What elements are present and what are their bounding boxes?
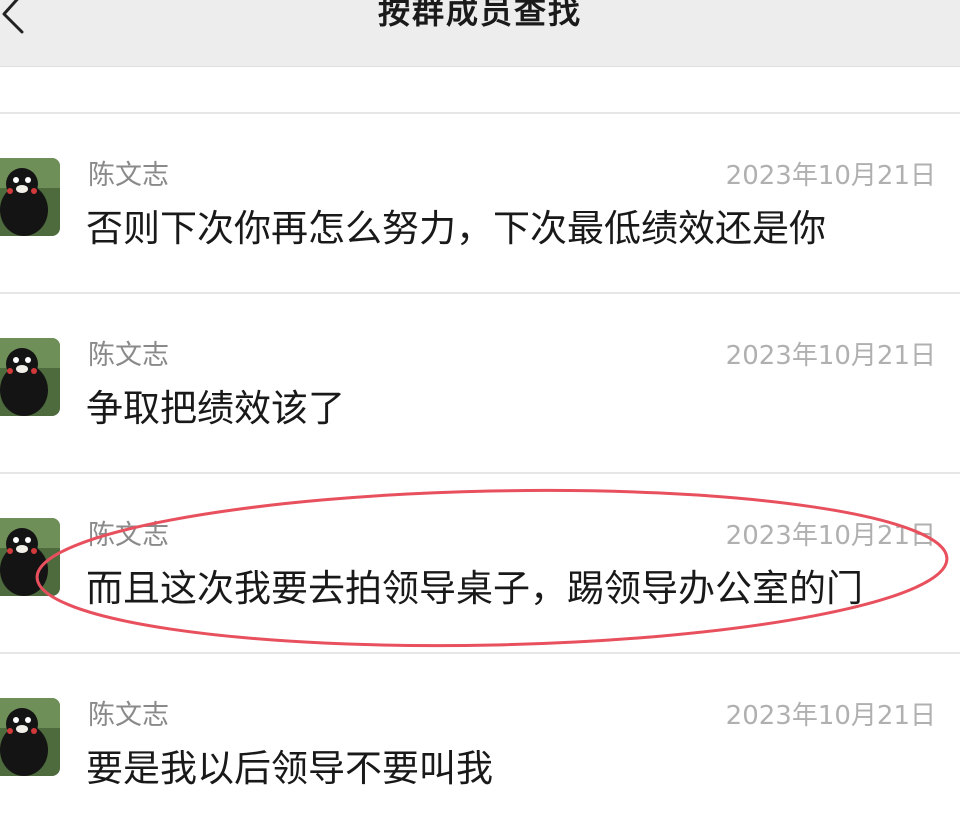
- sender-name: 陈文志: [88, 700, 169, 731]
- avatar[interactable]: [0, 518, 60, 596]
- list-item[interactable]: 陈文志 2023年10月21日 要是我以后领导不要叫我: [0, 652, 960, 832]
- message-text: 争取把绩效该了: [86, 387, 345, 430]
- sender-name: 陈文志: [88, 340, 169, 371]
- page-title: 按群成员查找: [377, 0, 582, 31]
- list-item[interactable]: 陈文志 2023年10月21日 否则下次你再怎么努力，下次最低绩效还是你: [0, 112, 960, 292]
- message-text: 而且这次我要去拍领导桌子，踢领导办公室的门: [86, 567, 863, 610]
- sender-name: 陈文志: [88, 160, 169, 191]
- message-text: 要是我以后领导不要叫我: [86, 747, 493, 790]
- avatar[interactable]: [0, 338, 60, 416]
- avatar[interactable]: [0, 698, 60, 776]
- spacer: [0, 67, 960, 112]
- sender-name: 陈文志: [88, 520, 169, 551]
- avatar[interactable]: [0, 158, 60, 236]
- message-date: 2023年10月21日: [725, 341, 936, 371]
- message-list: 陈文志 2023年10月21日 否则下次你再怎么努力，下次最低绩效还是你 陈文志…: [0, 112, 960, 832]
- list-item[interactable]: 陈文志 2023年10月21日 而且这次我要去拍领导桌子，踢领导办公室的门: [0, 472, 960, 652]
- message-date: 2023年10月21日: [725, 161, 936, 191]
- list-item[interactable]: 陈文志 2023年10月21日 争取把绩效该了: [0, 292, 960, 472]
- message-date: 2023年10月21日: [725, 521, 936, 551]
- message-text: 否则下次你再怎么努力，下次最低绩效还是你: [86, 207, 826, 250]
- navigation-bar: 按群成员查找: [0, 0, 960, 67]
- message-date: 2023年10月21日: [725, 701, 936, 731]
